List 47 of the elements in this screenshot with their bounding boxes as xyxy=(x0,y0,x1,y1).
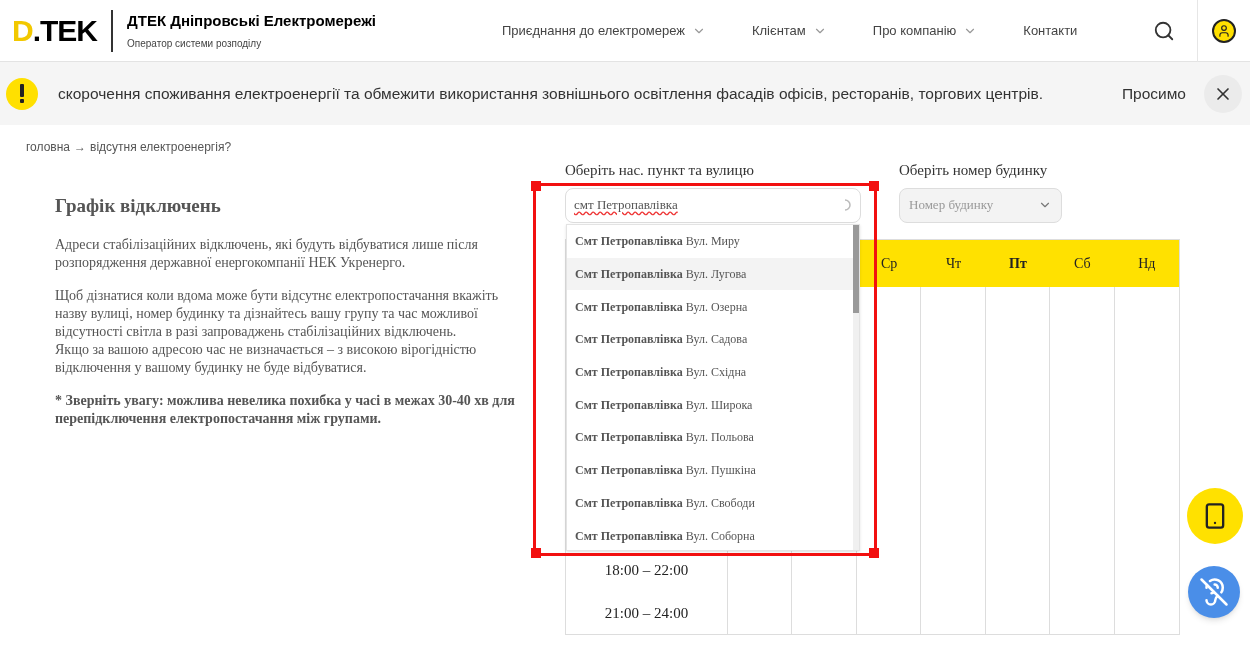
street-input[interactable]: смт Петропавлівка xyxy=(565,187,861,223)
nav-link[interactable]: Контакти xyxy=(1023,20,1078,41)
account-button[interactable] xyxy=(1212,18,1236,43)
nav-link[interactable]: Клієнтам xyxy=(751,20,827,41)
day-header: Чт xyxy=(944,254,963,273)
dropdown-option[interactable]: Смт Петропавлівка Вул. Соборна xyxy=(567,519,853,552)
warning-icon xyxy=(6,77,38,110)
day-header: Пт xyxy=(1008,254,1028,273)
alert-text-next: Просимо xyxy=(1121,83,1186,104)
search-button[interactable] xyxy=(1153,19,1175,42)
nav-link[interactable]: Про компанію xyxy=(872,20,978,41)
dropdown-option[interactable]: Смт Петропавлівка Вул. Садова xyxy=(567,323,853,356)
breadcrumb-link[interactable]: головна xyxy=(26,138,70,156)
brand-title: ДТЕК Дніпровські Електромережі xyxy=(127,11,376,32)
time-slot: 18:00 – 22:00 xyxy=(604,558,689,581)
logo[interactable]: D.TEK xyxy=(12,15,98,46)
dropdown-option[interactable]: Смт Петропавлівка Вул. Озерна xyxy=(567,290,853,324)
nav-link[interactable]: Приєднання до електромереж xyxy=(502,20,706,41)
dropdown-option[interactable]: Смт Петропавлівка Вул. Свободи xyxy=(567,486,853,520)
scrollbar[interactable] xyxy=(853,225,859,550)
field-label: Оберіть номер будинку xyxy=(899,161,1049,180)
accessibility-button[interactable] xyxy=(1188,566,1240,618)
dropdown-option[interactable]: Смт Петропавлівка Вул. Польова xyxy=(567,421,853,454)
loading-icon xyxy=(842,199,852,211)
brand-subtitle: Оператор системи розподілу xyxy=(127,36,263,51)
note-text: * Зверніть увагу: можлива невелика похибка у часі в межах 30-40 хв для перепідключення електропостачання між групами. xyxy=(55,391,516,428)
breadcrumb-current: відсутня електроенергія? xyxy=(90,139,232,156)
alert-text: скорочення споживання електроенергії та обмежити використання зовнішнього освітлення фасадів офісів, ресторанів, торгових центрів. xyxy=(58,83,1044,104)
day-header: Нд xyxy=(1137,254,1157,273)
close-button[interactable] xyxy=(1204,74,1242,113)
dropdown-option[interactable]: Смт Петропавлівка Вул. Широка xyxy=(567,388,853,422)
user-icon xyxy=(1217,23,1231,38)
intro-paragraph: Адреси стабілізаційних відключень, які будуть відбуватися лише після розпорядження державної енергокомпанії НЕК Укренерго. xyxy=(55,235,479,272)
intro-paragraph: Щоб дізнатися коли вдома може бути відсутнє електропостачання вкажіть назву вулиці, номер будинку та дізнайтесь вашу групу та час можливої відсутності світла в разі запроваджень стабілізаційних відключень. Якщо за вашою адресою час не визначається – з високою вірогідністю відключення у вашому будинку не буде відбуватися. xyxy=(55,286,500,377)
page-title: Графік відключень xyxy=(55,194,222,218)
dropdown-option[interactable]: Смт Петропавлівка Вул. Пушкіна xyxy=(567,453,853,487)
day-header: Ср xyxy=(879,254,899,273)
dropdown-option[interactable]: Смт Петропавлівка Вул. Східна xyxy=(567,355,853,389)
search-icon xyxy=(1153,19,1175,42)
dropdown-option[interactable]: Смт Петропавлівка Вул. Лугова xyxy=(567,257,853,291)
dropdown-option[interactable]: Смт Петропавлівка Вул. Миру xyxy=(567,225,853,258)
day-header: Сб xyxy=(1073,254,1092,273)
contact-button[interactable] xyxy=(1187,488,1243,544)
time-slot: 21:00 – 24:00 xyxy=(604,602,689,625)
ear-off-icon xyxy=(1199,577,1229,607)
breadcrumb-separator: → xyxy=(74,139,86,156)
field-label: Оберіть нас. пункт та вулицю xyxy=(565,161,755,180)
